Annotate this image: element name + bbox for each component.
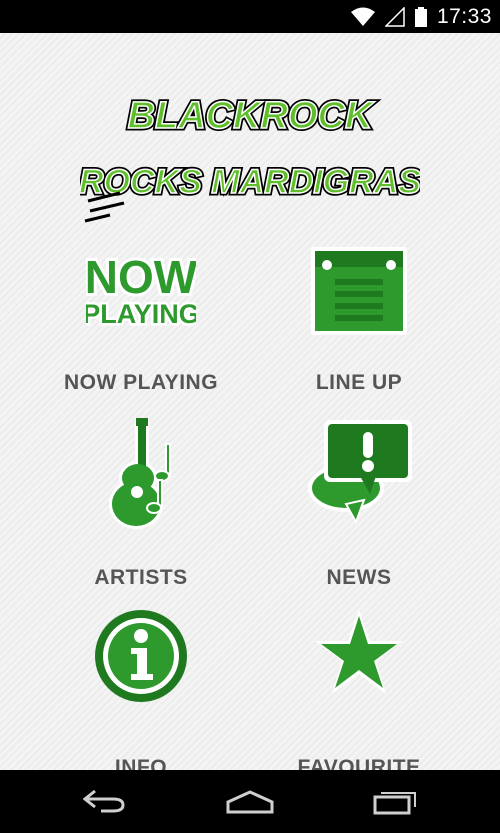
line-up-label: LINE UP bbox=[315, 371, 403, 394]
back-icon bbox=[83, 789, 125, 813]
news-icon bbox=[308, 420, 412, 524]
home-button[interactable] bbox=[220, 782, 280, 822]
menu-favourite[interactable]: FAVOURITE bbox=[249, 608, 469, 779]
signal-icon bbox=[384, 6, 405, 27]
line-up-icon bbox=[311, 247, 407, 335]
svg-text:NOW: NOW bbox=[86, 251, 196, 303]
home-icon bbox=[226, 790, 274, 814]
menu-artists[interactable]: ARTISTS bbox=[31, 418, 251, 589]
menu-line-up[interactable]: LINE UP bbox=[249, 243, 469, 413]
info-icon bbox=[95, 610, 187, 702]
recents-icon bbox=[373, 792, 416, 815]
star-icon bbox=[315, 610, 403, 694]
status-bar: 17:33 bbox=[0, 0, 500, 33]
recents-button[interactable] bbox=[365, 782, 425, 822]
news-label: NEWS bbox=[326, 566, 392, 589]
app-content: BLACKROCK BLACKROCK ROCKS MARDIGRAS ROCK… bbox=[0, 33, 500, 779]
back-button[interactable] bbox=[75, 782, 135, 822]
logo-line2: ROCKS MARDIGRAS bbox=[80, 163, 420, 201]
wifi-icon bbox=[350, 7, 375, 26]
status-icons: 17:33 bbox=[350, 0, 492, 33]
battery-icon bbox=[414, 6, 427, 27]
now-playing-icon: NOW NOW PLAYING PLAYING bbox=[86, 248, 196, 332]
status-clock: 17:33 bbox=[436, 4, 492, 28]
logo: BLACKROCK BLACKROCK ROCKS MARDIGRAS ROCK… bbox=[80, 93, 420, 223]
artists-label: ARTISTS bbox=[94, 566, 188, 589]
now-playing-label: NOW PLAYING bbox=[63, 371, 219, 394]
svg-text:PLAYING: PLAYING bbox=[86, 299, 196, 329]
logo-line1: BLACKROCK bbox=[128, 95, 375, 137]
menu-news[interactable]: NEWS bbox=[249, 418, 469, 589]
menu-info[interactable]: INFO bbox=[31, 608, 251, 779]
navigation-bar bbox=[0, 770, 500, 833]
menu-now-playing[interactable]: NOW NOW PLAYING PLAYING NOW PLAYING bbox=[31, 243, 251, 413]
guitar-icon bbox=[109, 418, 171, 529]
